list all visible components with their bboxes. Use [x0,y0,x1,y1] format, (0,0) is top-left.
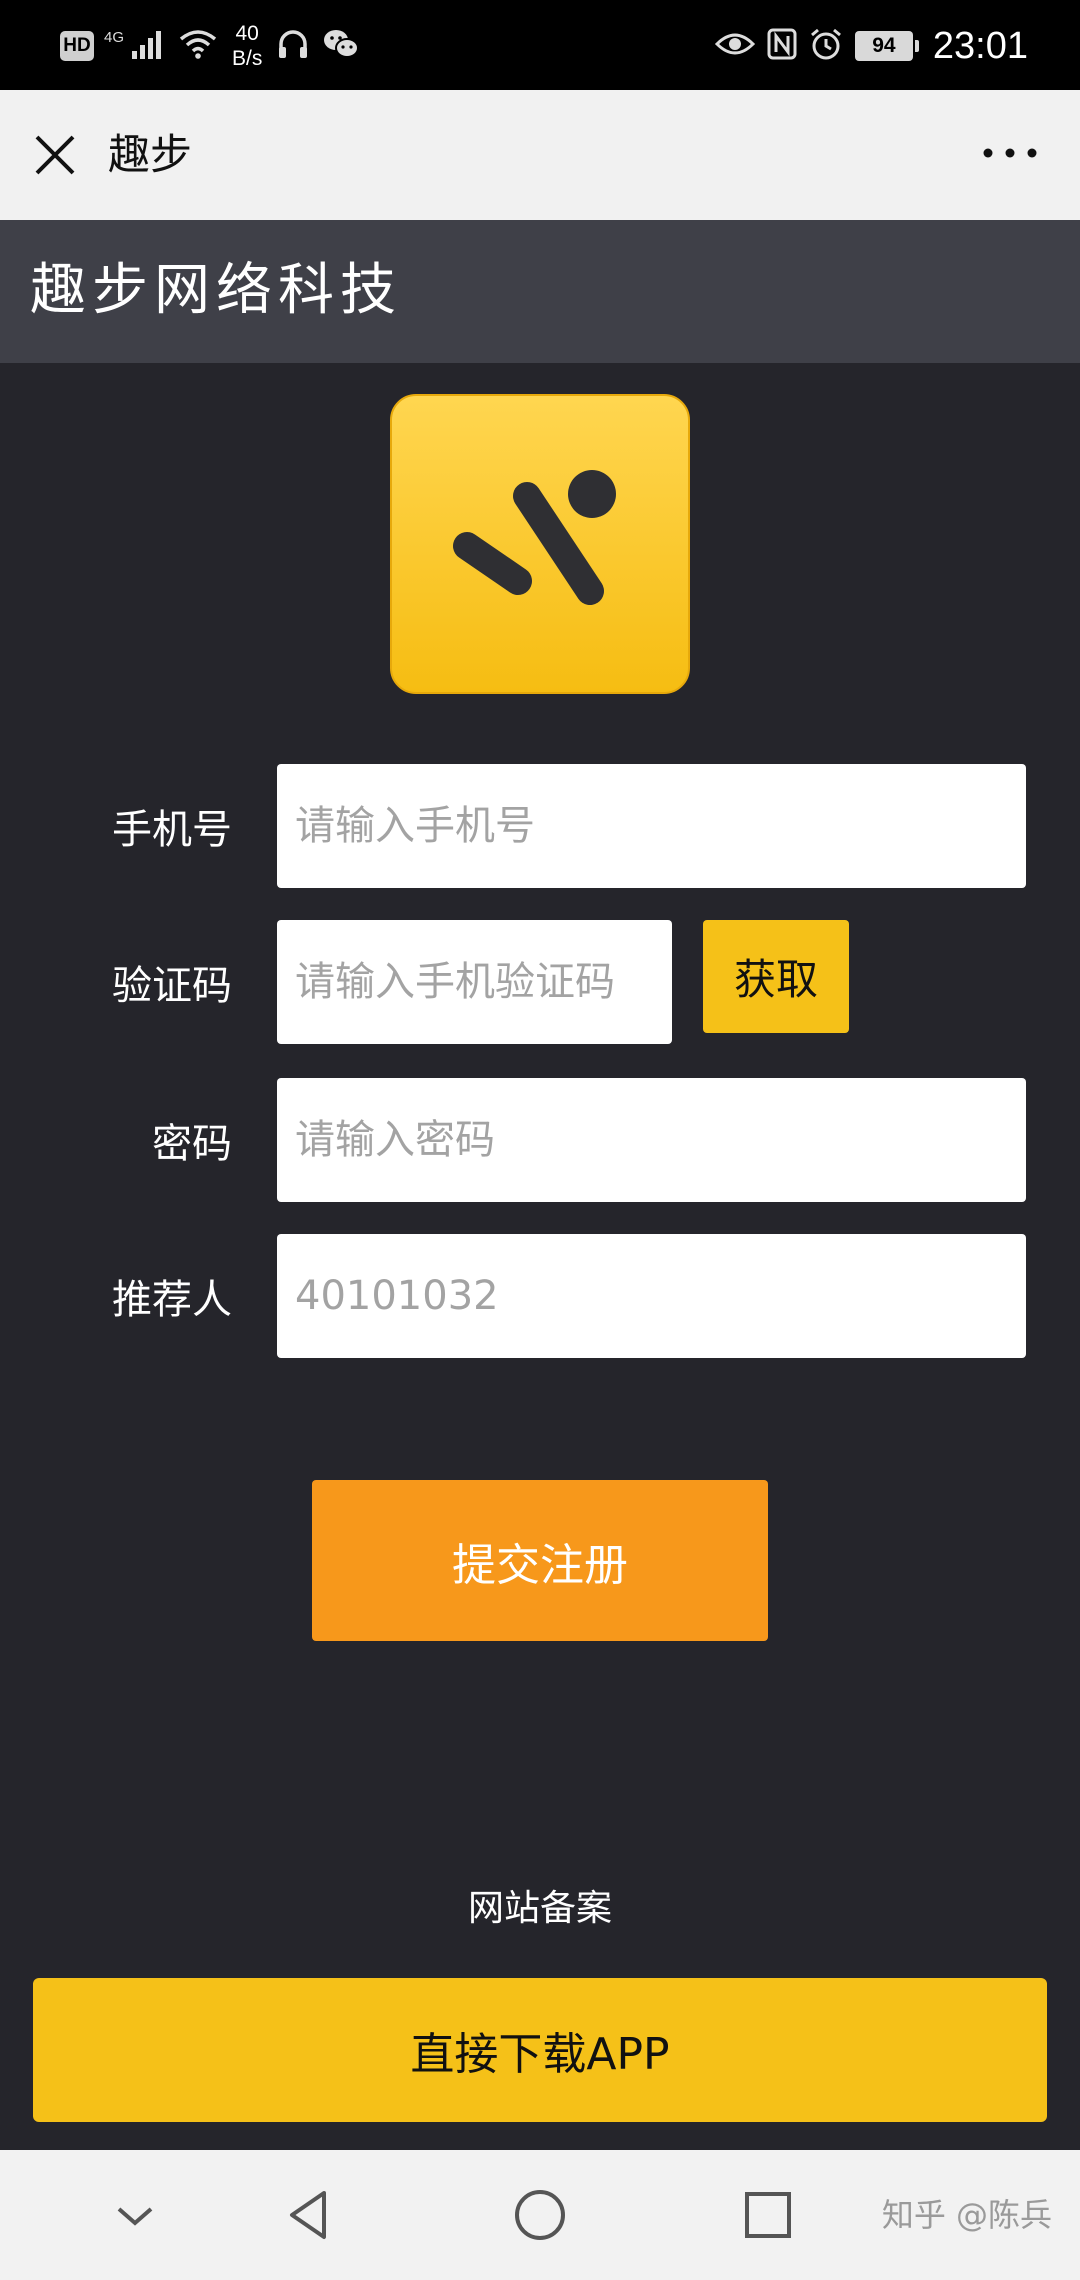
site-title: 趣步网络科技 [30,258,402,323]
password-input[interactable] [277,1078,1026,1202]
password-row: 密码 [0,1078,1080,1202]
nav-bar: 趣步 [0,90,1080,220]
wifi-icon [178,28,218,64]
battery-icon: 94 [854,31,919,61]
code-label: 验证码 [112,963,232,1009]
get-code-button[interactable]: 获取 [703,920,849,1033]
back-icon[interactable] [280,2185,340,2245]
alarm-icon [809,27,843,65]
headphones-icon [276,28,310,64]
runner-logo-icon [453,470,616,605]
network-speed: 40 B/s [232,21,262,71]
referrer-row: 推荐人 [0,1234,1080,1358]
recents-icon[interactable] [738,2185,798,2245]
network-type: 4G [104,28,125,46]
status-bar-left: HD 4G 40 B/s [60,18,366,74]
app-logo [390,394,690,694]
submit-register-button[interactable]: 提交注册 [312,1480,768,1641]
wechat-icon [322,28,360,64]
status-time: 23:01 [932,24,1028,67]
watermark: 知乎 @陈兵 [881,2196,1052,2234]
referrer-input[interactable] [277,1234,1026,1358]
speed-unit: B/s [232,47,263,70]
phone-row: 手机号 [0,764,1080,888]
eye-icon [714,30,756,62]
more-icon[interactable] [980,138,1040,168]
chevron-down-icon[interactable] [105,2185,165,2245]
status-bar: HD 4G 40 B/s 94 23:01 [0,0,1080,90]
status-bar-right: 94 23:01 [709,18,1028,74]
phone-input[interactable] [277,764,1026,888]
referrer-label: 推荐人 [112,1277,232,1323]
system-nav-bar: 知乎 @陈兵 [0,2150,1080,2280]
speed-value: 40 [235,22,259,45]
nfc-icon [767,28,797,64]
code-row: 验证码 获取 [0,920,1080,1044]
icp-link[interactable]: 网站备案 [0,1884,1080,1934]
close-icon[interactable] [30,130,80,180]
download-app-button[interactable]: 直接下载APP [33,1978,1047,2122]
verification-code-input[interactable] [277,920,672,1044]
password-label: 密码 [152,1121,232,1167]
home-icon[interactable] [510,2185,570,2245]
nav-title: 趣步 [108,130,193,179]
phone-label: 手机号 [112,807,232,853]
signal-icon [130,29,166,63]
hd-badge: HD [60,31,94,61]
site-header: 趣步网络科技 [0,220,1080,363]
